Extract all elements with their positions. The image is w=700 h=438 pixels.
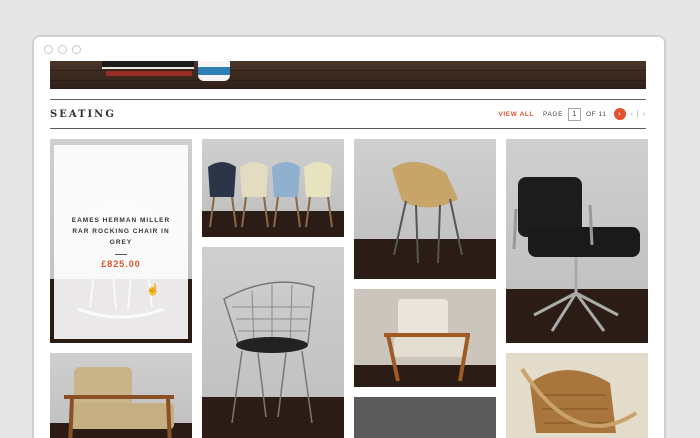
product-tile[interactable] bbox=[354, 289, 496, 387]
wire-chair-image bbox=[202, 281, 344, 438]
pagination: VIEW ALL PAGE 1 OF 11 › ‹ | › bbox=[498, 107, 646, 121]
page-label: PAGE bbox=[543, 110, 564, 118]
window-control-dot[interactable] bbox=[58, 44, 67, 54]
divider bbox=[115, 254, 127, 255]
plywood-chair-image bbox=[354, 161, 496, 279]
mug-image bbox=[198, 61, 230, 81]
product-tile[interactable] bbox=[202, 139, 344, 237]
prev-next-nav[interactable]: ‹ | › bbox=[631, 111, 646, 118]
page-total: OF 11 bbox=[586, 110, 607, 118]
browser-window: SEATING VIEW ALL PAGE 1 OF 11 › ‹ | › EA… bbox=[32, 35, 666, 438]
section-header: SEATING VIEW ALL PAGE 1 OF 11 › ‹ | › bbox=[50, 99, 646, 129]
product-tile-featured[interactable]: EAMES HERMAN MILLER RAR ROCKING CHAIR IN… bbox=[50, 139, 192, 343]
book-image bbox=[106, 71, 192, 76]
product-tile[interactable] bbox=[202, 247, 344, 438]
product-tile[interactable] bbox=[506, 139, 648, 343]
leather-chair-image bbox=[520, 367, 638, 433]
armchair-image bbox=[50, 367, 192, 438]
product-tile[interactable] bbox=[354, 139, 496, 279]
lounge-chair-image bbox=[354, 299, 496, 387]
window-control-dot[interactable] bbox=[44, 44, 53, 54]
product-tile[interactable] bbox=[354, 397, 496, 438]
hero-banner-image bbox=[50, 61, 646, 89]
product-price: £825.00 bbox=[101, 259, 141, 269]
book-stack-image bbox=[102, 61, 194, 69]
window-control-dot[interactable] bbox=[72, 44, 81, 54]
product-hover-overlay[interactable]: EAMES HERMAN MILLER RAR ROCKING CHAIR IN… bbox=[54, 145, 188, 339]
next-arrow-icon[interactable]: › bbox=[613, 108, 626, 120]
office-chair-image bbox=[506, 177, 648, 343]
window-titlebar bbox=[34, 37, 664, 61]
shell-chairs-image bbox=[202, 162, 344, 237]
product-tile[interactable] bbox=[50, 353, 192, 438]
product-name[interactable]: EAMES HERMAN MILLER RAR ROCKING CHAIR IN… bbox=[63, 215, 179, 248]
product-tile[interactable] bbox=[506, 353, 648, 438]
page-number-input[interactable]: 1 bbox=[568, 107, 582, 121]
section-title: SEATING bbox=[50, 108, 116, 120]
view-all-link[interactable]: VIEW ALL bbox=[498, 111, 534, 118]
pointer-hand-cursor-icon: ☝ bbox=[146, 284, 160, 296]
